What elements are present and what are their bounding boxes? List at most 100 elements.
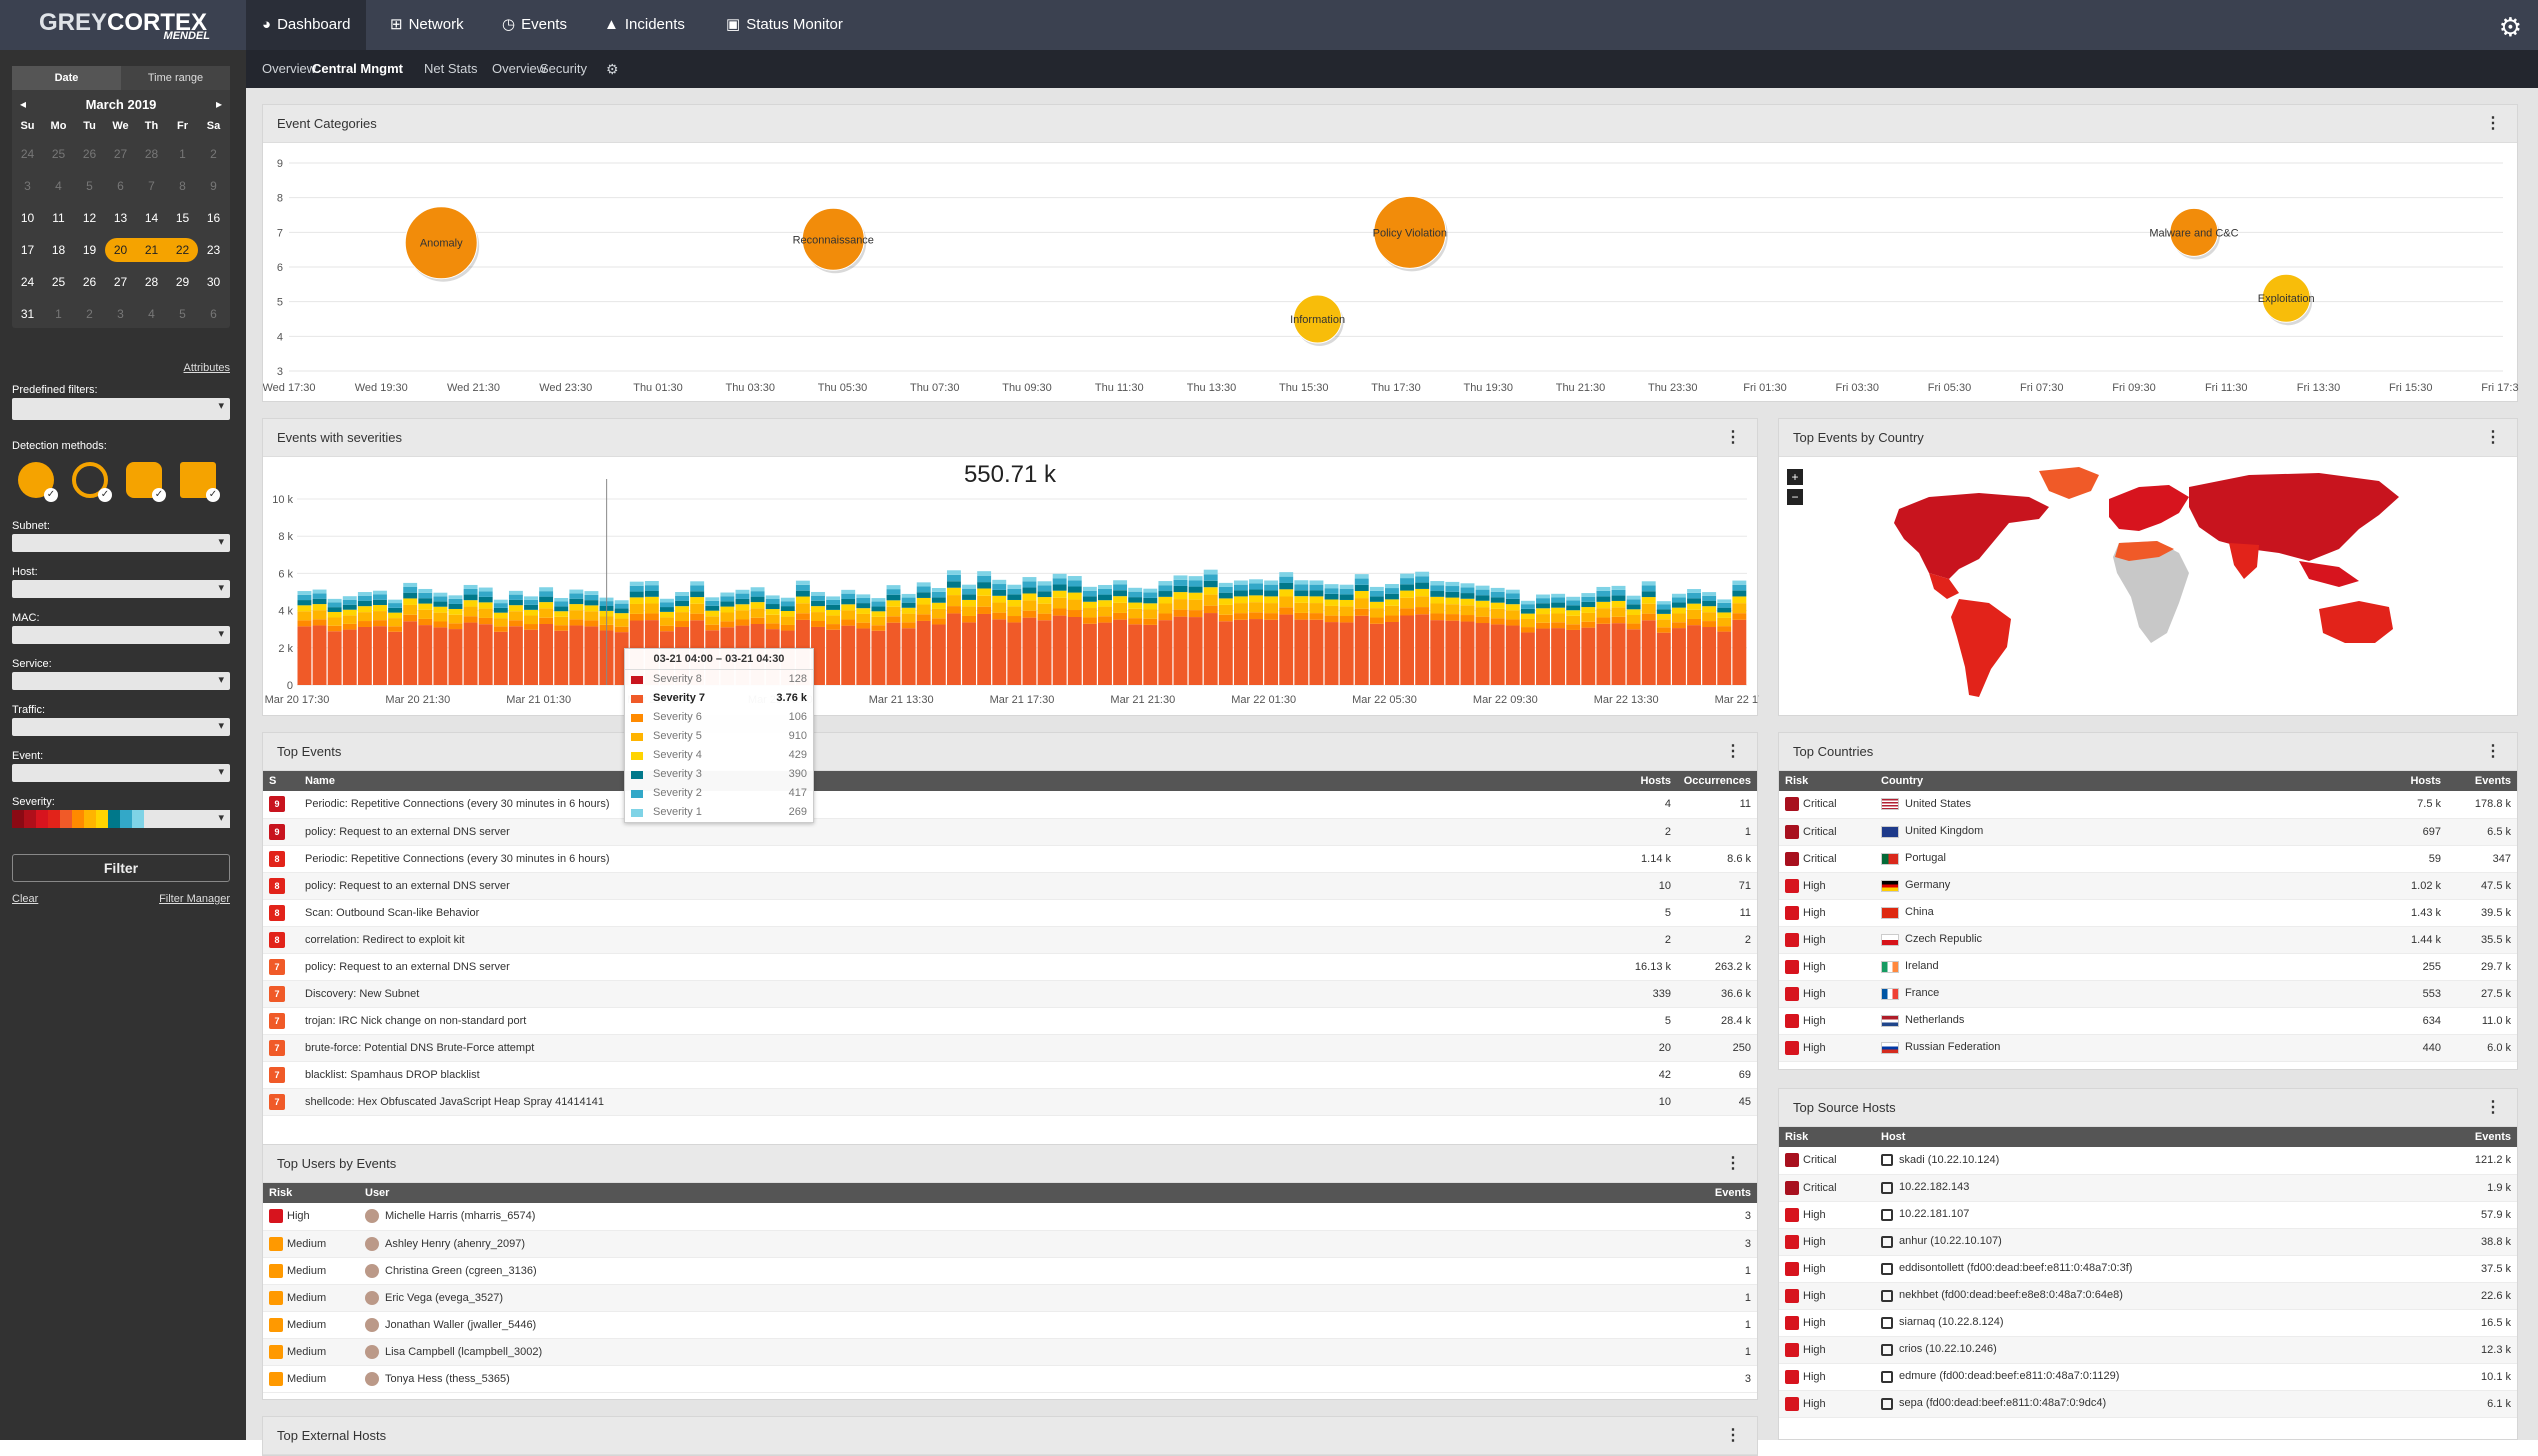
table-row[interactable]: High10.22.181.10757.9 k <box>1779 1201 2517 1228</box>
calendar-day[interactable]: 5 <box>167 302 198 326</box>
severity-bar[interactable] <box>1642 581 1656 685</box>
table-row[interactable]: CriticalUnited States7.5 k178.8 k <box>1779 791 2517 818</box>
severity-bar[interactable] <box>826 596 840 685</box>
severity-bar[interactable] <box>1325 584 1339 685</box>
severity-bar[interactable] <box>343 596 357 685</box>
table-row[interactable]: Critical10.22.182.1431.9 k <box>1779 1174 2517 1201</box>
col-hosts[interactable]: Hosts <box>2377 771 2447 791</box>
calendar-day[interactable]: 20 <box>105 238 136 262</box>
severity-bar[interactable] <box>992 580 1006 685</box>
panel-menu-icon[interactable]: ⋮ <box>2485 1089 2501 1127</box>
severity-bar[interactable] <box>1174 575 1188 685</box>
bubble-anomaly[interactable]: Anomaly <box>405 207 479 282</box>
calendar-day[interactable]: 6 <box>198 302 229 326</box>
severity-bar[interactable] <box>1415 572 1429 685</box>
severity-bar[interactable] <box>1068 576 1082 685</box>
severity-bar[interactable] <box>539 587 553 685</box>
calendar-day[interactable]: 7 <box>136 174 167 198</box>
severity-select[interactable]: ▾ <box>12 810 230 828</box>
detection-cluster-icon[interactable]: ✓ <box>126 462 162 498</box>
severity-bar[interactable] <box>1672 594 1686 685</box>
host-name[interactable]: edmure (fd00:dead:beef:e811:0:48a7:0:112… <box>1899 1370 2119 1382</box>
severity-bar[interactable] <box>494 600 508 685</box>
severity-bar[interactable] <box>1461 583 1475 685</box>
calendar-day[interactable]: 16 <box>198 206 229 230</box>
severity-bar[interactable] <box>1340 585 1354 685</box>
calendar-day[interactable]: 31 <box>12 302 43 326</box>
subnav-settings-gear-icon[interactable]: ⚙ <box>606 50 619 88</box>
col-risk[interactable]: Risk <box>1779 771 1875 791</box>
calendar-day[interactable]: 29 <box>167 270 198 294</box>
severity-bar[interactable] <box>1128 588 1142 685</box>
severity-bar[interactable] <box>1053 574 1067 685</box>
detection-fingerprint-icon[interactable]: ✓ <box>72 462 108 498</box>
col-user[interactable]: User <box>359 1183 1677 1203</box>
table-row[interactable]: Highedmure (fd00:dead:beef:e811:0:48a7:0… <box>1779 1363 2517 1390</box>
table-row[interactable]: 8Periodic: Repetitive Connections (every… <box>263 845 1757 872</box>
severity-bar[interactable] <box>479 588 493 685</box>
panel-menu-icon[interactable]: ⋮ <box>2485 419 2501 457</box>
table-row[interactable]: 7blacklist: Spamhaus DROP blacklist4269 <box>263 1061 1757 1088</box>
filter-manager-link[interactable]: Filter Manager <box>159 893 230 905</box>
next-month-icon[interactable]: ▸ <box>216 97 222 111</box>
table-row[interactable]: CriticalUnited Kingdom6976.5 k <box>1779 818 2517 845</box>
panel-menu-icon[interactable]: ⋮ <box>1725 733 1741 771</box>
panel-menu-icon[interactable]: ⋮ <box>2485 733 2501 771</box>
severity-bar[interactable] <box>418 589 432 685</box>
table-row[interactable]: HighIreland25529.7 k <box>1779 953 2517 980</box>
severity-bar[interactable] <box>902 594 916 685</box>
table-row[interactable]: Highnekhbet (fd00:dead:beef:e8e8:0:48a7:… <box>1779 1282 2517 1309</box>
severity-bar[interactable] <box>584 591 598 685</box>
severity-bar[interactable] <box>841 590 855 685</box>
bubble-exploitation[interactable]: Exploitation <box>2258 274 2315 325</box>
severity-bar[interactable] <box>962 585 976 685</box>
table-row[interactable]: HighGermany1.02 k47.5 k <box>1779 872 2517 899</box>
severity-bar[interactable] <box>871 598 885 685</box>
mac-select[interactable] <box>12 626 230 644</box>
severity-bar[interactable] <box>977 571 991 685</box>
calendar-day[interactable]: 30 <box>198 270 229 294</box>
severity-bar[interactable] <box>917 582 931 685</box>
severity-bar[interactable] <box>328 599 342 685</box>
detection-anomaly-icon[interactable]: ✓ <box>18 462 54 498</box>
severity-bar[interactable] <box>1007 585 1021 685</box>
severity-bar[interactable] <box>1566 597 1580 685</box>
table-row[interactable]: MediumAshley Henry (ahenry_2097)3 <box>263 1230 1757 1257</box>
traffic-select[interactable] <box>12 718 230 736</box>
severity-bar[interactable] <box>1309 580 1323 685</box>
nav-network[interactable]: ⊞Network <box>374 0 480 50</box>
calendar-day[interactable]: 2 <box>198 142 229 166</box>
subnet-select[interactable] <box>12 534 230 552</box>
bubble-reconnaissance[interactable]: Reconnaissance <box>793 208 874 273</box>
severity-bar[interactable] <box>313 590 327 685</box>
table-row[interactable]: 7shellcode: Hex Obfuscated JavaScript He… <box>263 1088 1757 1115</box>
table-row[interactable]: Highsepa (fd00:dead:beef:e811:0:48a7:0:9… <box>1779 1390 2517 1417</box>
calendar-day[interactable]: 28 <box>136 270 167 294</box>
severity-bar[interactable] <box>464 585 478 685</box>
panel-menu-icon[interactable]: ⋮ <box>1725 1145 1741 1183</box>
severity-bar[interactable] <box>1204 570 1218 685</box>
calendar-day[interactable]: 27 <box>105 270 136 294</box>
table-row[interactable]: Highsiarnaq (10.22.8.124)16.5 k <box>1779 1309 2517 1336</box>
severity-bar[interactable] <box>1657 601 1671 685</box>
severity-bar[interactable] <box>433 593 447 685</box>
severity-bar[interactable] <box>1098 585 1112 685</box>
col-occurrences[interactable]: Occurrences <box>1677 771 1757 791</box>
table-row[interactable]: 7policy: Request to an external DNS serv… <box>263 953 1757 980</box>
host-name[interactable]: siarnaq (10.22.8.124) <box>1899 1316 2004 1328</box>
severity-bar[interactable] <box>358 592 372 685</box>
tab-time-range[interactable]: Time range <box>121 66 230 90</box>
host-name[interactable]: 10.22.182.143 <box>1899 1181 1969 1193</box>
severity-bar[interactable] <box>1264 580 1278 685</box>
table-row[interactable]: Higheddisontollett (fd00:dead:beef:e811:… <box>1779 1255 2517 1282</box>
calendar-day[interactable]: 17 <box>12 238 43 262</box>
table-row[interactable]: 8policy: Request to an external DNS serv… <box>263 872 1757 899</box>
severity-bar[interactable] <box>1083 587 1097 685</box>
col-risk[interactable]: Risk <box>263 1183 359 1203</box>
severity-bar[interactable] <box>298 591 312 685</box>
bubble-information[interactable]: Information <box>1290 295 1345 346</box>
settings-gear-icon[interactable]: ⚙ <box>2499 12 2522 43</box>
calendar-day[interactable]: 11 <box>43 206 74 230</box>
table-row[interactable]: HighFrance55327.5 k <box>1779 980 2517 1007</box>
host-name[interactable]: anhur (10.22.10.107) <box>1899 1235 2002 1247</box>
